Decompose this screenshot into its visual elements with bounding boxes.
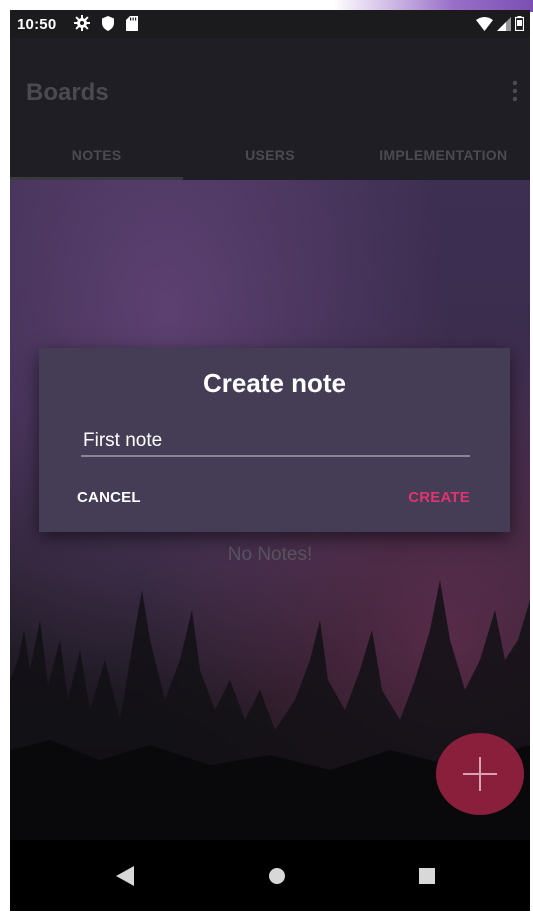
plus-icon	[463, 757, 497, 791]
tab-notes[interactable]: NOTES	[10, 134, 184, 180]
app-bar: Boards NOTES USERS IMPLEMENTATION	[10, 38, 530, 180]
phone-screen: 10:50 Boards NOTES USERS IMPLEMENTATION …	[10, 10, 530, 911]
tab-users[interactable]: USERS	[183, 134, 356, 180]
dialog-title: Create note	[202, 368, 347, 398]
status-icons-right	[476, 16, 524, 31]
navigation-bar	[10, 840, 530, 911]
create-button[interactable]: CREATE	[406, 485, 472, 510]
tab-bar: NOTES USERS IMPLEMENTATION	[10, 134, 530, 180]
signal-icon	[497, 16, 511, 31]
status-time: 10:50	[17, 16, 57, 33]
status-bar: 10:50	[10, 10, 530, 38]
create-note-dialog: Create note CANCEL CREATE	[39, 348, 510, 532]
shield-icon	[102, 15, 114, 31]
battery-icon	[515, 16, 524, 31]
status-icons-left	[74, 15, 138, 31]
recents-icon	[419, 868, 435, 884]
back-button[interactable]	[110, 862, 140, 890]
gear-icon	[74, 15, 90, 31]
note-title-input[interactable]	[81, 427, 470, 457]
back-icon	[116, 866, 134, 886]
add-note-fab[interactable]	[436, 733, 524, 815]
home-icon	[269, 868, 285, 884]
overflow-menu-icon[interactable]	[508, 78, 522, 104]
cancel-button[interactable]: CANCEL	[75, 485, 143, 510]
wifi-icon	[476, 16, 493, 31]
home-button[interactable]	[262, 862, 292, 890]
empty-notes-message: No Notes!	[227, 544, 313, 565]
tab-implementation[interactable]: IMPLEMENTATION	[357, 134, 530, 180]
recents-button[interactable]	[412, 862, 442, 890]
app-title: Boards	[26, 79, 109, 106]
sd-card-icon	[126, 15, 138, 31]
